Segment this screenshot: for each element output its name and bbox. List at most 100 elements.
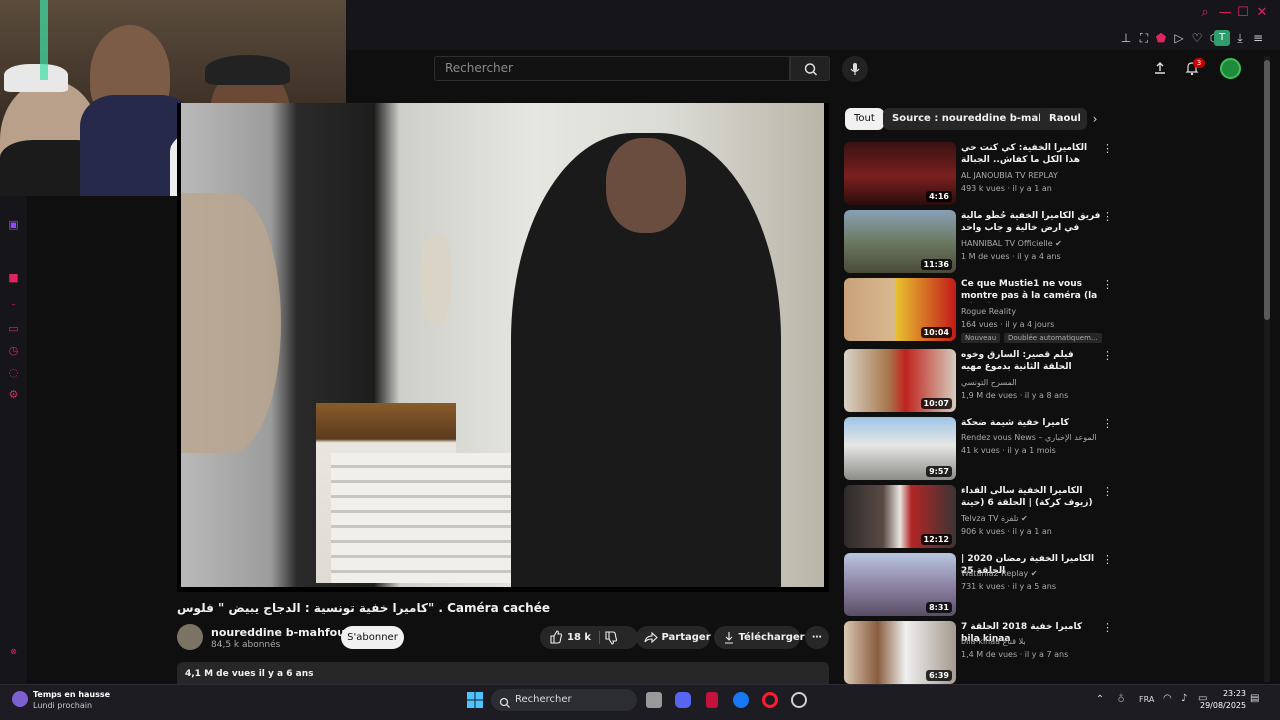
kebab-menu-icon[interactable]: ⋮ <box>1102 417 1113 430</box>
facebook-icon[interactable] <box>733 692 749 708</box>
taskbar-search-icon <box>499 694 511 708</box>
video-thumbnail[interactable]: 9:57 <box>844 417 956 480</box>
kebab-menu-icon[interactable]: ⋮ <box>1102 621 1113 634</box>
video-frame <box>181 103 824 587</box>
heart-icon[interactable]: ♡ <box>1189 30 1205 46</box>
kebab-menu-icon[interactable]: ⋮ <box>1102 553 1113 566</box>
screenshot-icon[interactable]: ⛶ <box>1136 30 1152 46</box>
channel-name[interactable]: noureddine b-mahfoudh <box>211 626 361 639</box>
related-title[interactable]: الكاميرا الخفية: كي كنت حي هذا الكل ما ك… <box>961 142 1101 167</box>
kebab-menu-icon[interactable]: ⋮ <box>1102 485 1113 498</box>
app-circle-icon[interactable] <box>791 692 807 708</box>
video-thumbnail[interactable]: 10:07 <box>844 349 956 412</box>
download-button[interactable]: Télécharger <box>714 626 805 649</box>
dislike-button[interactable] <box>604 626 618 649</box>
clock-icon[interactable]: ◷ <box>7 344 20 357</box>
tray-chevron-up-icon[interactable]: ⌃ <box>1094 694 1106 706</box>
related-video-8[interactable]: 6:39 كاميرا خفية 2018 الحلقة 7 bila kina… <box>844 621 1114 685</box>
video-icon[interactable]: ▭ <box>7 322 20 335</box>
like-button[interactable] <box>549 626 563 649</box>
chip-raoul[interactable]: Raoul <box>1040 108 1080 130</box>
related-video-3[interactable]: 10:04 Ce que Mustie1 ne vous montre pas … <box>844 278 1114 343</box>
related-title[interactable]: فيلم قصير: السارق وخوه الحلقة الثانية بد… <box>961 349 1101 373</box>
notification-center-icon[interactable]: ▤ <box>1250 693 1262 705</box>
related-video-5[interactable]: 9:57 كاميرا خفية شيمة ضحكة Rendez vous N… <box>844 417 1114 481</box>
related-video-2[interactable]: 11:36 فريق الكاميرا الخفية حُطّو مالية ف… <box>844 210 1114 274</box>
clock-time[interactable]: 23:23 <box>1220 689 1246 698</box>
chip-all[interactable]: Tout <box>845 108 884 130</box>
subscribe-button[interactable]: S'abonner <box>341 626 404 649</box>
related-channel[interactable]: Rogue Reality <box>961 307 1016 316</box>
video-thumbnail[interactable]: 10:04 <box>844 278 956 341</box>
related-channel[interactable]: Rendez vous News – الموعد الإخباري <box>961 433 1097 442</box>
more-actions-button[interactable]: ⋯ <box>805 626 829 649</box>
related-channel[interactable]: المسرح التونسي <box>961 378 1017 387</box>
related-channel[interactable]: AL JANOUBIA TV REPLAY <box>961 171 1058 180</box>
account-avatar[interactable] <box>1220 58 1241 79</box>
related-video-7[interactable]: 8:31 الكاميرا الخفية رمضان 2020 | الحلقة… <box>844 553 1114 617</box>
download-arrow-icon <box>725 632 733 644</box>
related-channel[interactable]: Telvza TV تلفزة ✔ <box>961 514 1028 523</box>
upload-icon[interactable] <box>1152 60 1168 76</box>
browser-search-icon[interactable]: ⌕ <box>1197 5 1213 21</box>
search-input[interactable]: Rechercher <box>434 56 790 81</box>
maximize-button[interactable]: ☐ <box>1235 5 1251 21</box>
tray-mic-icon[interactable]: ♁ <box>1115 694 1127 706</box>
extension-icon[interactable]: ⊗ <box>7 645 20 658</box>
related-title[interactable]: الكاميرا الخفية سالى الفداء (زيوف كركة) … <box>961 485 1101 510</box>
twitch-icon[interactable]: ▣ <box>7 218 20 231</box>
video-thumbnail[interactable]: 8:31 <box>844 553 956 616</box>
channel-avatar[interactable] <box>177 624 203 650</box>
related-title[interactable]: كاميرا خفية شيمة ضحكة <box>961 417 1101 429</box>
related-channel[interactable]: bila-kinaa بلا قناع <box>961 637 1026 646</box>
app-red-icon[interactable] <box>706 692 718 708</box>
wifi-icon[interactable]: ◠ <box>1163 693 1175 705</box>
related-video-1[interactable]: 4:16 الكاميرا الخفية: كي كنت حي هذا الكل… <box>844 142 1114 206</box>
video-thumbnail[interactable]: 12:12 <box>844 485 956 548</box>
streaming-side-rail <box>0 196 27 684</box>
related-video-6[interactable]: 12:12 الكاميرا الخفية سالى الفداء (زيوف … <box>844 485 1114 549</box>
kebab-menu-icon[interactable]: ⋮ <box>1102 210 1113 223</box>
related-meta: 1,9 M de vues · il y a 8 ans <box>961 391 1069 400</box>
weather-icon[interactable] <box>12 691 28 707</box>
discord-icon[interactable] <box>675 692 691 708</box>
chevron-right-icon[interactable]: › <box>1088 110 1102 128</box>
minimize-button[interactable]: — <box>1217 5 1233 21</box>
profile-avatar[interactable]: T <box>1214 30 1230 46</box>
search-button[interactable] <box>790 56 830 81</box>
task-view-icon[interactable] <box>646 692 662 708</box>
pin-icon[interactable]: ⊥ <box>1118 30 1134 46</box>
kebab-menu-icon[interactable]: ⋮ <box>1102 278 1113 291</box>
opera-gx-icon[interactable] <box>762 692 778 708</box>
related-channel[interactable]: HANNIBAL TV Officielle ✔ <box>961 239 1062 248</box>
close-button[interactable]: ✕ <box>1254 5 1270 21</box>
video-player[interactable] <box>177 103 829 592</box>
weather-title[interactable]: Temps en hausse <box>33 690 110 699</box>
menu-icon[interactable]: ≡ <box>1250 30 1266 46</box>
start-button[interactable] <box>466 691 484 709</box>
gear-icon[interactable]: ⚙ <box>7 388 20 401</box>
related-video-4[interactable]: 10:07 فيلم قصير: السارق وخوه الحلقة الثا… <box>844 349 1114 413</box>
language-indicator[interactable]: FRA <box>1139 695 1154 704</box>
voice-search-button[interactable] <box>842 56 868 82</box>
share-button[interactable]: Partager <box>636 626 711 649</box>
video-thumbnail[interactable]: 6:39 <box>844 621 956 684</box>
video-thumbnail[interactable]: 11:36 <box>844 210 956 273</box>
related-title[interactable]: فريق الكاميرا الخفية حُطّو مالية في ارض … <box>961 210 1101 235</box>
scrollbar-thumb[interactable] <box>1264 60 1270 320</box>
play-icon[interactable]: ▷ <box>1171 30 1187 46</box>
volume-icon[interactable]: ♪ <box>1181 693 1193 705</box>
video-thumbnail[interactable]: 4:16 <box>844 142 956 205</box>
kebab-menu-icon[interactable]: ⋮ <box>1102 142 1113 155</box>
windows-logo-icon <box>467 692 483 708</box>
download-icon[interactable]: ⤓ <box>1232 30 1248 46</box>
related-meta: 1 M de vues · il y a 4 ans <box>961 252 1061 261</box>
related-title[interactable]: Ce que Mustie1 ne vous montre pas à la c… <box>961 278 1101 303</box>
taskbar-search-input[interactable]: Rechercher <box>491 689 637 711</box>
related-channel[interactable]: Watania2 Replay ✔ <box>961 569 1037 578</box>
kebab-menu-icon[interactable]: ⋮ <box>1102 349 1113 362</box>
app-icon[interactable]: ■ <box>7 271 20 284</box>
clock-date[interactable]: 29/08/2025 <box>1200 701 1246 710</box>
shield-icon[interactable]: ⬟ <box>1153 30 1169 46</box>
chat-icon[interactable]: ◌ <box>7 366 20 379</box>
